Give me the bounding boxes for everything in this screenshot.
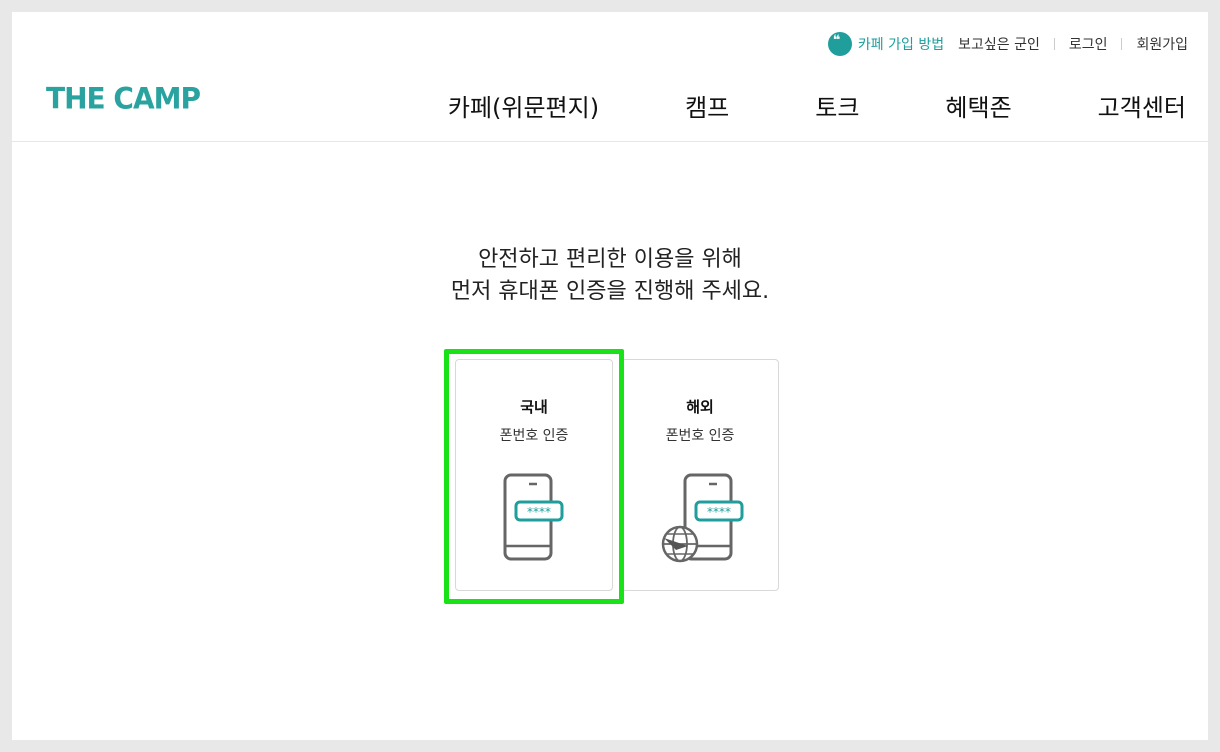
header-divider <box>12 141 1208 142</box>
intro-line-2: 먼저 휴대폰 인증을 진행해 주세요. <box>450 279 770 304</box>
divider <box>1121 38 1123 50</box>
nav-item-benefit[interactable]: 혜택존 <box>945 88 1011 123</box>
quote-bubble-icon <box>827 32 852 56</box>
domestic-verify-card[interactable]: 국내 폰번호 인증 **** <box>455 359 613 591</box>
util-link-signup[interactable]: 회원가입 <box>1136 34 1188 54</box>
util-link-soldier[interactable]: 보고싶은 군인 <box>958 34 1040 54</box>
util-link-login[interactable]: 로그인 <box>1069 34 1108 54</box>
intro-text: 안전하고 편리한 이용을 위해 먼저 휴대폰 인증을 진행해 주세요. <box>12 244 1208 308</box>
utility-menu: 카페 가입 방법 보고싶은 군인 로그인 회원가입 <box>827 32 1188 56</box>
password-mask: **** <box>527 505 551 519</box>
nav-item-camp[interactable]: 캠프 <box>685 88 729 123</box>
divider <box>1053 38 1055 50</box>
page: 카페 가입 방법 보고싶은 군인 로그인 회원가입 THE CAMP 카페(위문… <box>12 12 1208 740</box>
cafe-guide-label: 카페 가입 방법 <box>857 37 945 53</box>
phone-globe-password-icon: **** <box>661 473 744 563</box>
nav-item-cafe[interactable]: 카페(위문편지) <box>448 88 599 123</box>
logo[interactable]: THE CAMP <box>46 81 201 116</box>
nav-item-talk[interactable]: 토크 <box>815 88 859 123</box>
card-title: 국내 <box>520 398 548 416</box>
card-title: 해외 <box>686 398 714 416</box>
cafe-guide-link[interactable]: 카페 가입 방법 <box>827 32 945 56</box>
overseas-verify-card[interactable]: 해외 폰번호 인증 **** <box>621 359 779 591</box>
nav-item-support[interactable]: 고객센터 <box>1098 88 1186 123</box>
main-nav: 카페(위문편지) 캠프 토크 혜택존 고객센터 <box>448 88 1186 123</box>
phone-password-icon: **** <box>503 473 564 561</box>
password-mask: **** <box>707 505 731 519</box>
card-subtitle: 폰번호 인증 <box>499 428 569 444</box>
card-subtitle: 폰번호 인증 <box>665 428 735 444</box>
intro-line-1: 안전하고 편리한 이용을 위해 <box>478 247 742 272</box>
